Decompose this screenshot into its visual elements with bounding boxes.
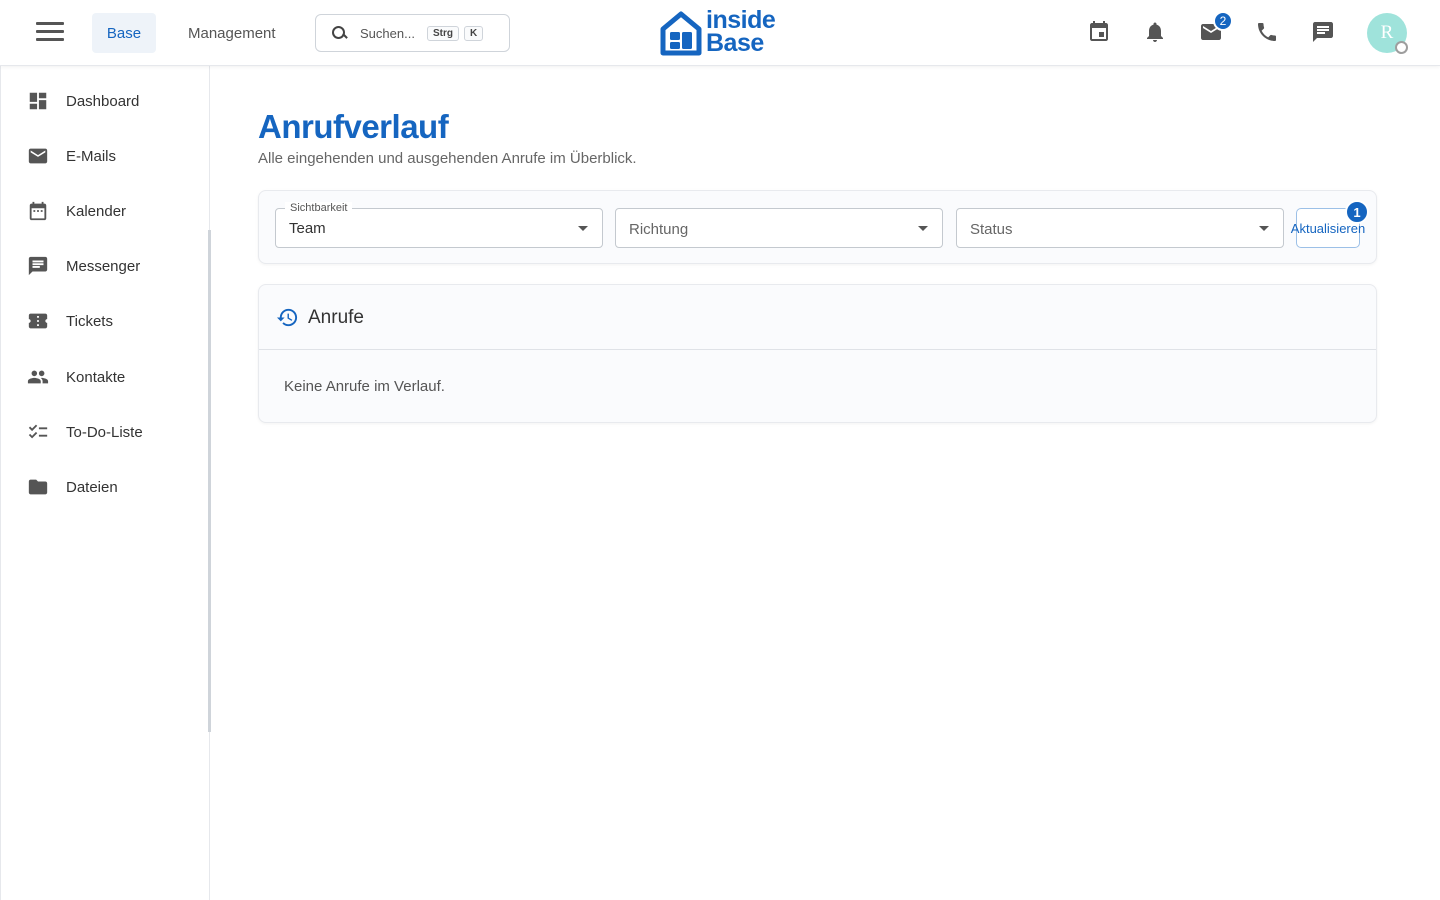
- app-logo[interactable]: inside Base: [660, 8, 782, 57]
- sidebar-item-label: Dashboard: [66, 92, 140, 110]
- calendar-icon: [29, 201, 47, 221]
- sidebar-item-label: Kontakte: [66, 368, 126, 386]
- logo-line-2: Base: [706, 29, 764, 57]
- checklist-icon: [28, 424, 48, 439]
- visibility-select[interactable]: Sichtbarkeit Team: [275, 202, 603, 248]
- search-box[interactable]: Suchen... Strg K: [315, 14, 510, 52]
- status-select-placeholder: Status: [970, 221, 1013, 238]
- chevron-down-icon: [918, 226, 928, 231]
- sidebar-item-messenger[interactable]: Messenger: [1, 244, 209, 288]
- sidebar-item-label: E-Mails: [66, 147, 117, 165]
- sidebar-item-todo[interactable]: To-Do-Liste: [1, 410, 209, 454]
- direction-select-placeholder: Richtung: [629, 221, 689, 238]
- logo-text: inside Base: [706, 8, 776, 57]
- calls-card: Anrufe Keine Anrufe im Verlauf.: [258, 284, 1377, 423]
- calls-card-header: Anrufe: [259, 285, 1376, 350]
- direction-select[interactable]: Richtung: [615, 208, 943, 248]
- calendar-icon[interactable]: [1087, 20, 1111, 44]
- visibility-select-value: Team: [289, 220, 326, 237]
- calls-card-title: Anrufe: [308, 307, 364, 328]
- dashboard-icon: [29, 92, 47, 110]
- search-placeholder: Suchen...: [360, 25, 415, 41]
- sidebar-item-calendar[interactable]: Kalender: [1, 189, 209, 233]
- page-subtitle: Alle eingehenden und ausgehenden Anrufe …: [258, 150, 637, 167]
- sidebar-item-label: To-Do-Liste: [66, 423, 143, 441]
- history-icon: [276, 308, 298, 327]
- chevron-down-icon: [578, 226, 588, 231]
- folder-icon: [28, 479, 48, 495]
- phone-icon[interactable]: [1255, 20, 1279, 44]
- sidebar: Dashboard E-Mails Kalender Messenger Tic…: [0, 66, 210, 900]
- visibility-select-label: Sichtbarkeit: [285, 202, 353, 214]
- sidebar-item-label: Tickets: [66, 312, 113, 330]
- calls-empty-message: Keine Anrufe im Verlauf.: [284, 378, 445, 395]
- presence-status-indicator: [1395, 41, 1408, 54]
- chat-icon: [28, 256, 48, 276]
- nav-tab-base[interactable]: Base: [92, 13, 156, 53]
- sidebar-item-tickets[interactable]: Tickets: [1, 299, 209, 343]
- shortcut-key-k: K: [463, 25, 484, 41]
- sidebar-scrollbar[interactable]: [208, 230, 211, 732]
- page-title: Anrufverlauf: [258, 108, 449, 145]
- shortcut-key-ctrl: Strg: [426, 25, 459, 41]
- sidebar-item-emails[interactable]: E-Mails: [1, 134, 209, 178]
- ticket-icon: [28, 313, 48, 329]
- contacts-icon: [27, 370, 49, 384]
- filter-card: Sichtbarkeit Team Richtung Status Aktual…: [258, 190, 1377, 264]
- chat-icon[interactable]: [1311, 20, 1335, 44]
- sidebar-item-dashboard[interactable]: Dashboard: [1, 79, 209, 123]
- search-icon: [332, 26, 346, 40]
- sidebar-item-contacts[interactable]: Kontakte: [1, 355, 209, 399]
- mail-icon: [28, 148, 48, 164]
- sidebar-item-files[interactable]: Dateien: [1, 465, 209, 509]
- app-header: Base Management Suchen... Strg K inside …: [0, 0, 1440, 66]
- mail-badge: 2: [1213, 11, 1233, 31]
- sidebar-item-label: Kalender: [66, 202, 127, 220]
- bell-icon[interactable]: [1143, 20, 1167, 44]
- refresh-badge: 1: [1345, 200, 1369, 224]
- nav-tab-management[interactable]: Management: [176, 13, 288, 53]
- sidebar-item-label: Messenger: [66, 257, 141, 275]
- chevron-down-icon: [1259, 226, 1269, 231]
- sidebar-item-label: Dateien: [66, 478, 118, 496]
- status-select[interactable]: Status: [956, 208, 1284, 248]
- house-logo-icon: [660, 11, 702, 56]
- menu-icon[interactable]: [36, 22, 64, 44]
